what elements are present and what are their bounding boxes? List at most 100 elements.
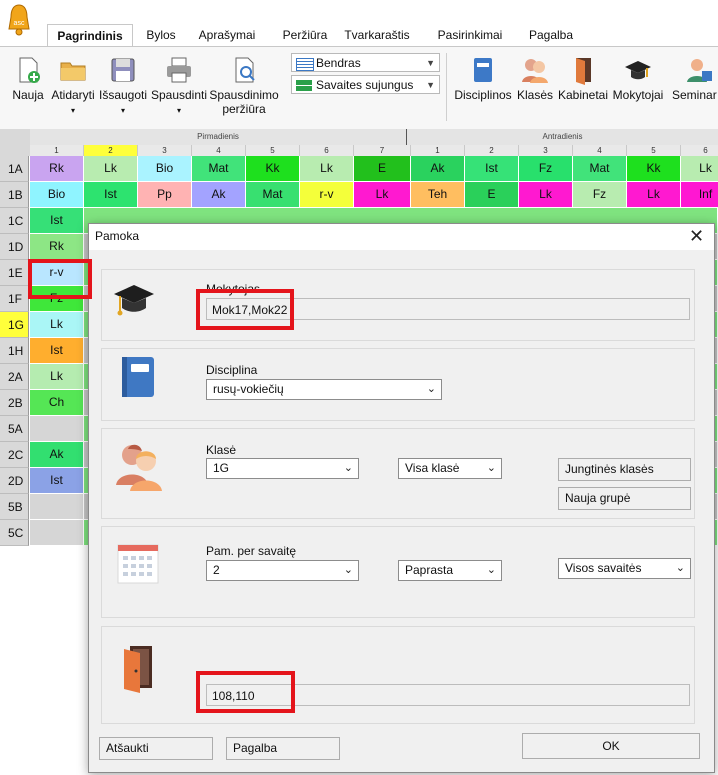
help-button[interactable]: Pagalba [226,737,340,760]
classes-button[interactable]: Klasės [514,55,556,102]
open-dropdown-icon[interactable]: ▾ [71,106,75,115]
lesson-cell[interactable]: Lk [300,156,354,181]
period-number: 4 [573,145,627,156]
row-header-1d[interactable]: 1D [0,234,29,260]
tab-perziura[interactable]: Peržiūra [274,24,336,46]
lesson-cell[interactable] [30,494,84,519]
group-select-value: Visa klasė [405,461,460,475]
open-button[interactable]: Atidaryti ▾ [48,55,98,118]
lesson-cell[interactable]: Lk [627,182,681,207]
close-icon[interactable]: ✕ [689,226,704,247]
subject-select[interactable]: rusų-vokiečių ⌄ [206,379,442,400]
lesson-cell[interactable]: Bio [30,182,84,207]
tab-pasirinkimai[interactable]: Pasirinkimai [430,24,510,46]
row-header-1h[interactable]: 1H [0,338,29,364]
view-combo-general[interactable]: Bendras ▼ [291,53,440,72]
lesson-cell[interactable]: Lk [681,156,718,181]
view-combo-weeks[interactable]: Savaites sujungus ▼ [291,75,440,94]
tab-pagalba[interactable]: Pagalba [520,24,582,46]
row-header-2a[interactable]: 2A [0,364,29,390]
weeks-select[interactable]: Visos savaitės ⌄ [558,558,691,579]
lesson-cell[interactable]: Ist [30,338,84,363]
group-select[interactable]: Visa klasė ⌄ [398,458,502,479]
lesson-cell[interactable]: Teh [411,182,465,207]
lesson-cell[interactable]: Ak [192,182,246,207]
new-group-button[interactable]: Nauja grupė [558,487,691,510]
lesson-cell[interactable] [30,520,84,545]
row-header-2b[interactable]: 2B [0,390,29,416]
row-header-5c[interactable]: 5C [0,520,29,546]
lesson-cell[interactable]: Pp [138,182,192,207]
periods-per-week-select[interactable]: 2 ⌄ [206,560,359,581]
teachers-button[interactable]: Mokytojai [610,55,666,102]
row-header-5b[interactable]: 5B [0,494,29,520]
lesson-cell[interactable]: r-v [300,182,354,207]
lesson-cell[interactable]: Rk [30,234,84,259]
classes-label: Klasės [516,88,554,102]
lesson-cell[interactable]: Ist [30,468,84,493]
lesson-cell[interactable]: E [465,182,519,207]
row-header-1f[interactable]: 1F [0,286,29,312]
save-dropdown-icon[interactable]: ▾ [121,106,125,115]
class-select[interactable]: 1G ⌄ [206,458,359,479]
ok-button[interactable]: OK [522,733,700,759]
tab-aprasymai[interactable]: Aprašymai [192,24,262,46]
lesson-cell[interactable]: Ak [30,442,84,467]
lesson-cell[interactable]: Rk [30,156,84,181]
row-header-1c[interactable]: 1C [0,208,29,234]
lesson-cell[interactable]: Ist [30,208,84,233]
seminars-button[interactable]: Seminar [672,55,718,102]
tab-tvarkarastis[interactable]: Tvarkaraštis [336,24,418,46]
lesson-cell[interactable]: Kk [246,156,300,181]
subjects-button[interactable]: Disciplinos [452,55,514,102]
rooms-button[interactable]: Kabinetai [556,55,610,102]
chevron-down-icon: ⌄ [343,462,353,474]
lesson-cell[interactable]: Lk [519,182,573,207]
chevron-down-icon: ⌄ [343,564,353,576]
print-preview-button[interactable]: Spausdinimo peržiūra [208,55,280,116]
lesson-cell[interactable]: E [354,156,411,181]
tab-bylos[interactable]: Bylos [136,24,186,46]
tab-pagrindinis[interactable]: Pagrindinis [47,24,133,47]
row-header-2d[interactable]: 2D [0,468,29,494]
lesson-cell[interactable]: Ist [84,182,138,207]
row-header-1e[interactable]: 1E [0,260,29,286]
row-header-1b[interactable]: 1B [0,182,29,208]
lesson-cell[interactable]: Bio [138,156,192,181]
day-header-tuesday: Antradienis [407,129,718,145]
lesson-cell[interactable]: Lk [354,182,411,207]
app-logo-icon[interactable]: asc [6,3,32,37]
joint-classes-button[interactable]: Jungtinės klasės [558,458,691,481]
lesson-type-value: Paprasta [405,563,454,577]
lesson-cell[interactable]: Lk [30,312,84,337]
save-button[interactable]: Išsaugoti ▾ [98,55,148,118]
lesson-cell[interactable]: Ak [411,156,465,181]
row-header-5a[interactable]: 5A [0,416,29,442]
lesson-cell[interactable]: Lk [30,364,84,389]
weeks-grid-icon [296,80,312,91]
print-button[interactable]: Spausdinti ▾ [150,55,208,118]
lesson-cell[interactable]: Mat [246,182,300,207]
periods-per-week-value: 2 [213,563,220,577]
print-preview-label-2: peržiūra [222,102,266,116]
row-header-1g[interactable]: 1G [0,312,29,338]
lesson-cell[interactable]: Ist [465,156,519,181]
lesson-cell[interactable]: Mat [573,156,627,181]
row-header-1a[interactable]: 1A [0,156,29,182]
lesson-cell[interactable]: Fz [519,156,573,181]
lesson-cell[interactable]: Lk [84,156,138,181]
lesson-cell[interactable]: Kk [627,156,681,181]
lesson-cell[interactable]: Mat [192,156,246,181]
new-button[interactable]: Nauja [8,55,48,102]
lesson-cell[interactable]: Fz [573,182,627,207]
lesson-cell[interactable] [30,416,84,441]
cancel-button[interactable]: Atšaukti [99,737,213,760]
lesson-cell[interactable]: Inf [681,182,718,207]
period-number: 5 [246,145,300,156]
lesson-type-select[interactable]: Paprasta ⌄ [398,560,502,581]
subject-label: Disciplina [206,363,258,377]
row-header-2c[interactable]: 2C [0,442,29,468]
print-dropdown-icon[interactable]: ▾ [177,106,181,115]
lesson-cell[interactable]: Ch [30,390,84,415]
chevron-down-icon: ▼ [426,58,435,68]
